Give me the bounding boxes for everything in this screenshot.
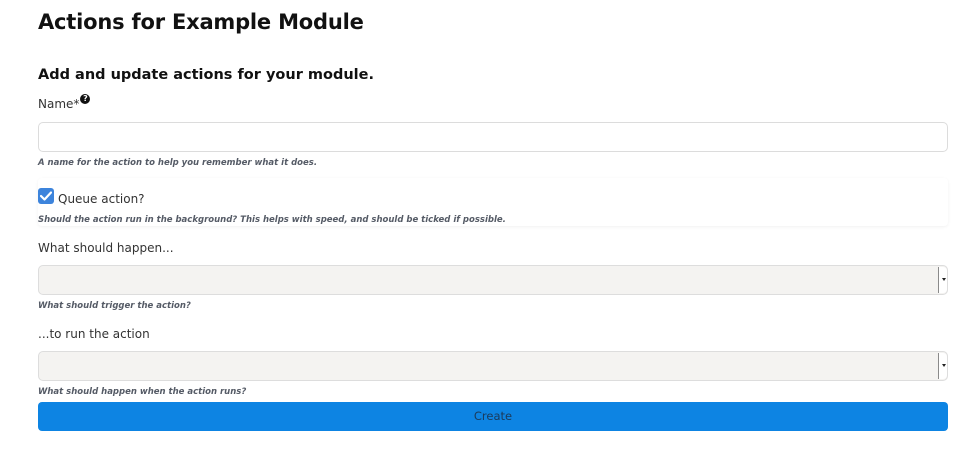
chevron-down-icon[interactable] [938,267,947,293]
name-input[interactable] [38,122,948,152]
section-title: Add and update actions for your module. [38,67,374,83]
queue-action-label[interactable]: Queue action? [58,192,145,206]
queue-action-checkbox[interactable] [38,188,54,204]
run-label: ...to run the action [38,327,150,341]
trigger-hint: What should trigger the action? [38,301,191,311]
question-circle-icon[interactable]: ? [80,94,91,104]
name-label-text: Name [38,97,74,111]
action-form-page: Actions for Example Module Add and updat… [0,0,973,452]
name-label: Name*? [38,94,91,111]
page-title: Actions for Example Module [38,10,364,34]
queue-action-group: Queue action? Should the action run in t… [38,178,948,226]
trigger-select[interactable] [38,265,948,295]
run-hint: What should happen when the action runs? [38,387,247,397]
checkmark-icon [40,191,52,201]
trigger-label: What should happen... [38,241,174,255]
queue-action-hint: Should the action run in the background?… [38,215,506,225]
name-hint: A name for the action to help you rememb… [38,158,318,168]
chevron-down-icon[interactable] [938,353,947,379]
run-select[interactable] [38,351,948,381]
create-button[interactable]: Create [38,402,948,431]
required-marker: * [73,97,80,111]
